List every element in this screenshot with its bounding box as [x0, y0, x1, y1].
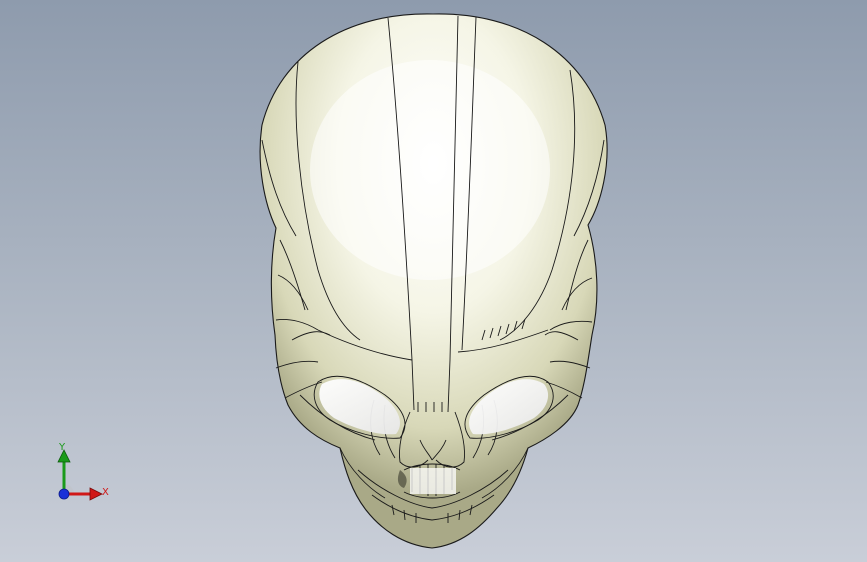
graphics-viewport[interactable]: Y X	[0, 0, 867, 562]
coordinate-triad	[44, 438, 124, 510]
x-axis-label: X	[102, 487, 109, 498]
z-axis-dot	[58, 488, 70, 500]
y-axis-label: Y	[59, 442, 66, 453]
skull-model[interactable]	[0, 0, 867, 562]
